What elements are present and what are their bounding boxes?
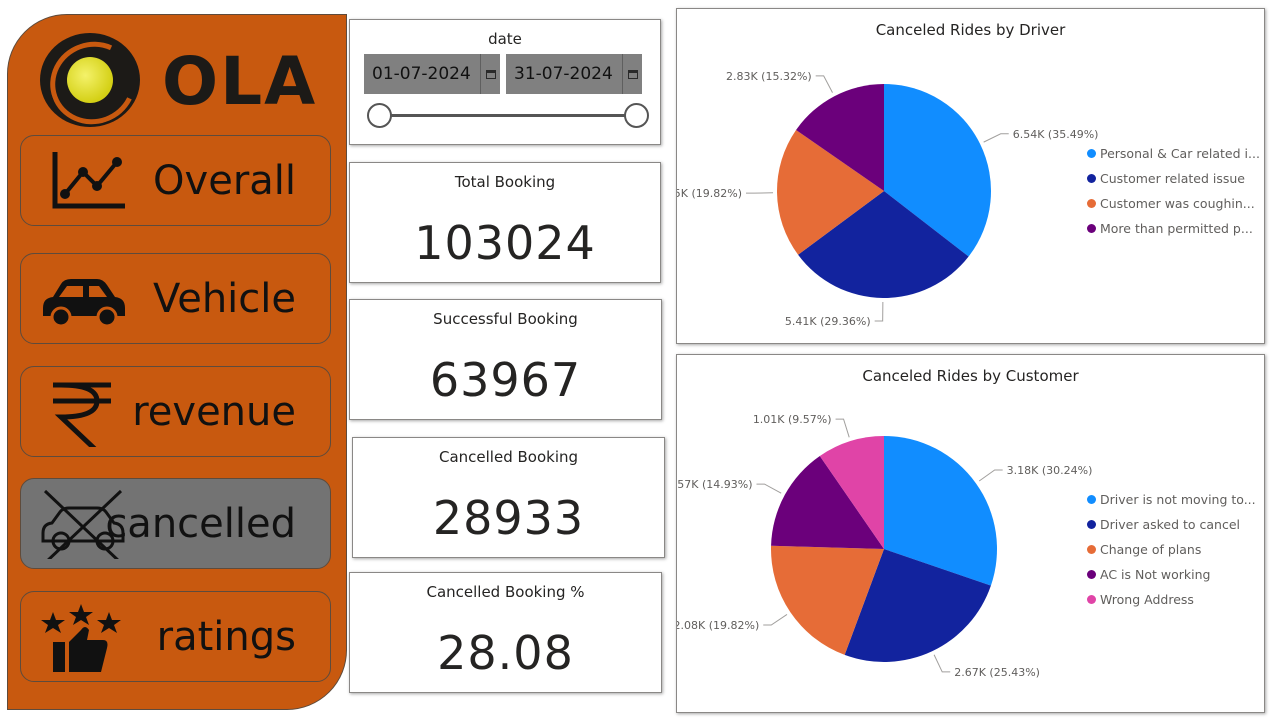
legend-marker	[1087, 149, 1096, 158]
driver-cancel-chart: Canceled Rides by Driver 6.54K (35.49%) 5…	[676, 8, 1265, 344]
legend-item[interactable]: More than permitted p...	[1087, 216, 1260, 241]
chart-legend: Personal & Car related i... Customer rela…	[1087, 141, 1260, 241]
legend-label: Driver is not moving to...	[1100, 492, 1256, 507]
calendar-icon[interactable]	[480, 54, 500, 94]
legend-marker	[1087, 224, 1096, 233]
date-range-end-handle[interactable]	[624, 103, 649, 128]
legend-label: More than permitted p...	[1100, 221, 1253, 236]
nav-label-cancelled: cancelled	[105, 500, 296, 547]
legend-marker	[1087, 174, 1096, 183]
legend-marker	[1087, 545, 1096, 554]
date-slicer-title: date	[488, 30, 522, 48]
car-icon	[43, 279, 125, 328]
kpi-value: 28933	[432, 491, 585, 545]
date-slicer: date 01-07-2024 31-07-2024	[349, 19, 661, 145]
pie-data-label: 1.57K (14.93%)	[677, 478, 752, 491]
data-label-leader-line	[815, 75, 833, 93]
nav-button-revenue[interactable]: revenue	[20, 366, 331, 457]
legend-marker	[1087, 199, 1096, 208]
legend-label: Customer was coughin...	[1100, 196, 1255, 211]
kpi-card-successful-booking: Successful Booking 63967	[349, 299, 662, 420]
pie-data-label: 1.01K (9.57%)	[753, 413, 832, 426]
data-label-leader-line	[763, 614, 788, 626]
nav-label-overall: Overall	[153, 157, 296, 204]
date-range-track[interactable]	[380, 114, 630, 117]
kpi-card-cancelled-booking: Cancelled Booking 28933	[352, 437, 665, 558]
date-range-start-handle[interactable]	[367, 103, 392, 128]
kpi-title: Cancelled Booking %	[426, 583, 585, 601]
start-date-value: 01-07-2024	[372, 64, 471, 84]
legend-label: AC is Not working	[1100, 567, 1211, 582]
kpi-value: 63967	[429, 353, 582, 407]
legend-item[interactable]: Wrong Address	[1087, 587, 1256, 612]
pie-data-label: 3.65K (19.82%)	[677, 187, 742, 200]
legend-label: Change of plans	[1100, 542, 1202, 557]
data-label-leader-line	[978, 469, 1003, 482]
data-label-leader-line	[874, 301, 884, 322]
end-date-value: 31-07-2024	[514, 64, 613, 84]
stars-thumbs-up-icon	[41, 604, 121, 672]
kpi-card-total-booking: Total Booking 103024	[349, 162, 661, 283]
legend-marker	[1087, 595, 1096, 604]
kpi-title: Total Booking	[454, 173, 556, 191]
logo-text: OLA	[162, 43, 318, 120]
legend-label: Driver asked to cancel	[1100, 517, 1241, 532]
sidebar: OLA Overall Vehicle revenue cancelled ra…	[7, 14, 347, 710]
legend-item[interactable]: Customer related issue	[1087, 166, 1260, 191]
legend-marker	[1087, 570, 1096, 579]
data-label-leader-line	[983, 133, 1009, 143]
calendar-icon[interactable]	[622, 54, 642, 94]
legend-item[interactable]: Driver asked to cancel	[1087, 512, 1256, 537]
pie-data-label: 6.54K (35.49%)	[1013, 128, 1099, 141]
kpi-title: Cancelled Booking	[438, 448, 579, 466]
nav-button-overall[interactable]: Overall	[20, 135, 331, 226]
rupee-icon	[53, 382, 111, 447]
pie-data-label: 2.08K (19.82%)	[677, 619, 759, 632]
data-label-leader-line	[933, 654, 951, 673]
legend-marker	[1087, 495, 1096, 504]
pie-data-label: 5.41K (29.36%)	[785, 315, 871, 328]
nav-label-revenue: revenue	[132, 388, 296, 435]
kpi-value: 103024	[414, 216, 596, 270]
legend-item[interactable]: Personal & Car related i...	[1087, 141, 1260, 166]
nav-label-vehicle: Vehicle	[152, 275, 296, 322]
pie-data-label: 3.18K (30.24%)	[1007, 464, 1093, 477]
pie-data-label: 2.83K (15.32%)	[726, 70, 812, 83]
data-label-leader-line	[756, 483, 782, 494]
kpi-title: Successful Booking	[433, 310, 578, 328]
legend-label: Personal & Car related i...	[1100, 146, 1260, 161]
chart-legend: Driver is not moving to... Driver asked t…	[1087, 487, 1256, 612]
nav-button-cancelled[interactable]: cancelled	[20, 478, 331, 569]
nav-button-vehicle[interactable]: Vehicle	[20, 253, 331, 344]
kpi-card-cancelled-booking-percent: Cancelled Booking % 28.08	[349, 572, 662, 693]
ola-logo-icon	[40, 33, 140, 127]
pie-data-label: 2.67K (25.43%)	[954, 666, 1040, 679]
kpi-value: 28.08	[437, 626, 574, 680]
legend-item[interactable]: AC is Not working	[1087, 562, 1256, 587]
legend-item[interactable]: Driver is not moving to...	[1087, 487, 1256, 512]
legend-marker	[1087, 520, 1096, 529]
legend-item[interactable]: Change of plans	[1087, 537, 1256, 562]
legend-item[interactable]: Customer was coughin...	[1087, 191, 1260, 216]
line-chart-icon	[52, 152, 125, 209]
ola-logo: OLA	[40, 33, 330, 129]
nav-label-ratings: ratings	[156, 613, 296, 660]
end-date-input[interactable]: 31-07-2024	[506, 54, 642, 94]
start-date-input[interactable]: 01-07-2024	[364, 54, 500, 94]
legend-label: Wrong Address	[1100, 592, 1194, 607]
customer-cancel-chart: Canceled Rides by Customer 3.18K (30.24%…	[676, 354, 1265, 713]
nav-button-ratings[interactable]: ratings	[20, 591, 331, 682]
legend-label: Customer related issue	[1100, 171, 1245, 186]
data-label-leader-line	[835, 418, 850, 438]
